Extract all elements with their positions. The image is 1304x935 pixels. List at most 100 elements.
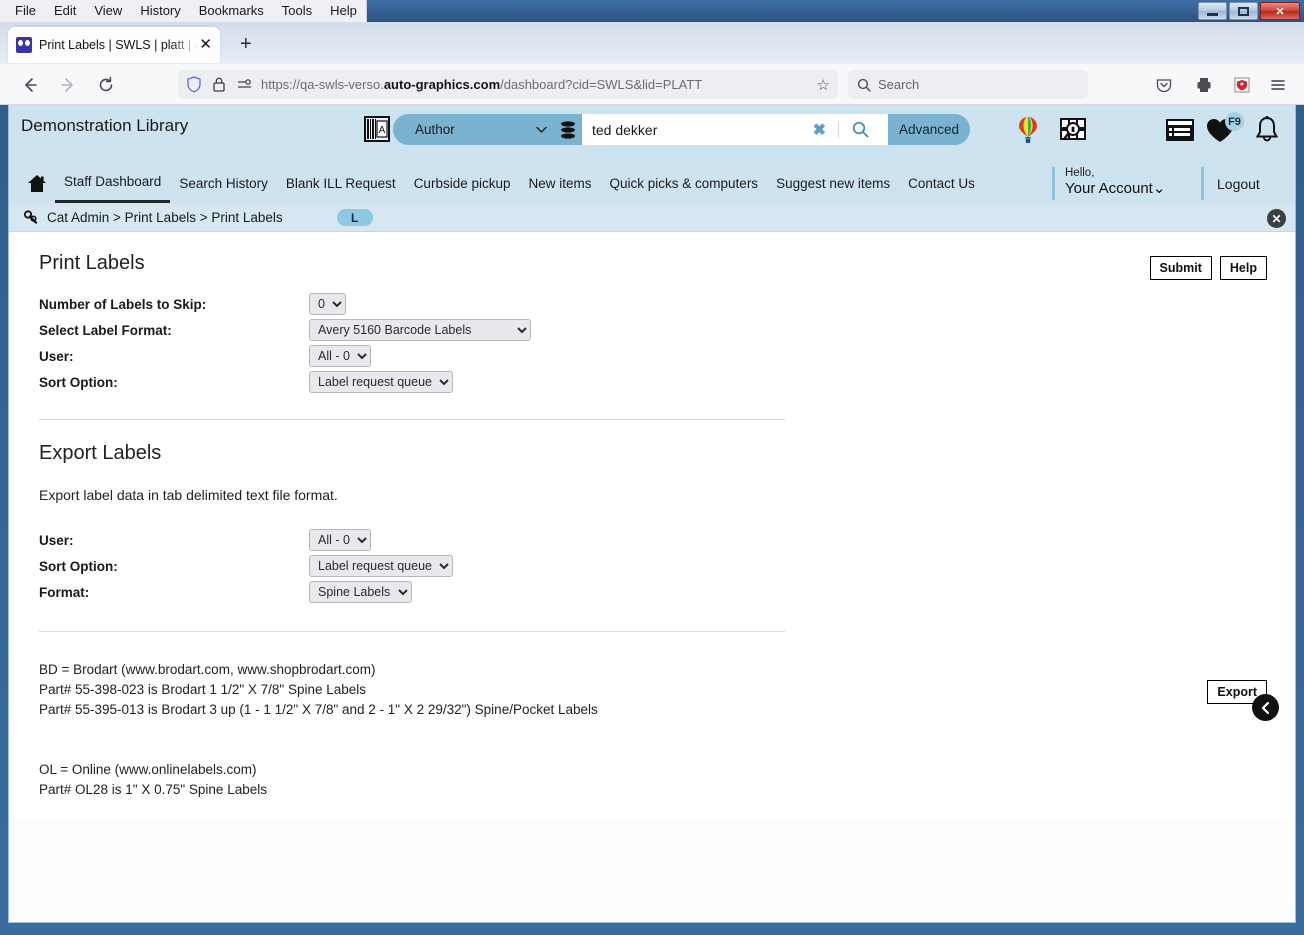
web-page: Demonstration Library A Author ted dekke… <box>9 105 1295 820</box>
back-icon[interactable] <box>18 73 42 97</box>
help-button[interactable]: Help <box>1219 256 1267 280</box>
note-line-1: BD = Brodart (www.brodart.com, www.shopb… <box>39 662 376 677</box>
close-icon[interactable]: ✕ <box>1267 209 1286 228</box>
chevron-down-icon <box>536 126 547 133</box>
logout-link[interactable]: Logout <box>1217 176 1260 192</box>
tab-strip: Print Labels | SWLS | platt | Auto ✕ + <box>0 22 1304 64</box>
barcode-scan-icon[interactable]: A <box>364 116 390 142</box>
note-line-4: OL = Online (www.onlinelabels.com) <box>39 762 257 777</box>
search-icon <box>857 78 871 92</box>
new-tab-button[interactable]: + <box>240 34 252 54</box>
hot-air-balloon-icon[interactable] <box>1013 115 1043 145</box>
clear-search-icon[interactable]: ✖ <box>801 120 838 140</box>
site-search-bar: Author ted dekker ✖ Advanced <box>393 114 970 145</box>
nav-item-suggest-new-items[interactable]: Suggest new items <box>767 166 899 202</box>
search-catalog-icon[interactable] <box>1058 115 1088 145</box>
menu-help[interactable]: Help <box>321 1 366 21</box>
field-row-label-format: Select Label Format: Avery 5160 Barcode … <box>39 317 531 343</box>
title-bar: File Edit View History Bookmarks Tools H… <box>0 0 1304 22</box>
search-input-value: ted dekker <box>592 121 658 138</box>
export-sort-option-select[interactable]: Label request queue <box>309 555 453 577</box>
browser-search-placeholder: Search <box>878 77 920 92</box>
bookmark-star-icon[interactable]: ☆ <box>817 76 830 94</box>
minimize-button[interactable] <box>1198 2 1227 20</box>
window-controls: ✕ <box>1198 2 1300 20</box>
nav-item-search-history[interactable]: Search History <box>170 166 277 202</box>
home-icon[interactable] <box>27 174 47 193</box>
export-section-title: Export Labels <box>39 442 162 464</box>
print-user-select[interactable]: All - 0 <box>309 345 371 367</box>
close-window-button[interactable]: ✕ <box>1260 2 1300 20</box>
maximize-button[interactable] <box>1229 2 1258 20</box>
breadcrumb[interactable]: Cat Admin > Print Labels > Print Labels <box>47 210 283 225</box>
submit-button[interactable]: Submit <box>1149 256 1212 280</box>
breadcrumb-bar: Cat Admin > Print Labels > Print Labels … <box>9 204 1295 232</box>
account-label: Your Account⌄ <box>1065 180 1166 197</box>
back-button[interactable] <box>1252 694 1279 721</box>
skip-count-select[interactable]: 0 <box>309 293 346 315</box>
menu-history[interactable]: History <box>131 1 189 21</box>
label-select-label-format: Select Label Format: <box>39 322 172 338</box>
page-viewport: Demonstration Library A Author ted dekke… <box>8 105 1296 923</box>
nav-item-new-items[interactable]: New items <box>520 166 601 202</box>
svg-text:A: A <box>379 125 386 136</box>
menu-file[interactable]: File <box>6 1 45 21</box>
nav-item-quick-picks-computers[interactable]: Quick picks & computers <box>601 166 768 202</box>
note-line-3: Part# 55-395-013 is Brodart 3 up (1 - 1 … <box>39 702 598 717</box>
label-format-select[interactable]: Avery 5160 Barcode Labels <box>309 319 531 341</box>
note-line-2: Part# 55-398-023 is Brodart 1 1/2" X 7/8… <box>39 682 367 697</box>
export-user-select[interactable]: All - 0 <box>309 529 371 551</box>
menu-tools[interactable]: Tools <box>273 1 321 21</box>
permissions-icon[interactable] <box>237 78 253 92</box>
search-input[interactable]: ted dekker ✖ <box>582 114 888 145</box>
hamburger-menu-icon[interactable] <box>1266 73 1290 97</box>
browser-toolbar: https://qa-swls-verso.auto-graphics.com/… <box>0 64 1304 105</box>
nav-item-curbside-pickup[interactable]: Curbside pickup <box>405 166 520 202</box>
menu-bookmarks[interactable]: Bookmarks <box>190 1 273 21</box>
label-export-user: User: <box>39 532 74 548</box>
search-index-dropdown[interactable]: Author <box>393 122 559 137</box>
extension-icon[interactable] <box>1230 73 1254 97</box>
reload-icon[interactable] <box>94 73 118 97</box>
print-icon[interactable] <box>1192 73 1216 97</box>
bell-icon[interactable] <box>1252 115 1282 145</box>
favicon-icon <box>16 37 32 53</box>
menu-view[interactable]: View <box>85 1 131 21</box>
menu-edit[interactable]: Edit <box>45 1 85 21</box>
logout-container[interactable]: Logout <box>1201 167 1260 200</box>
print-sort-option-select[interactable]: Label request queue <box>309 371 453 393</box>
forward-icon[interactable] <box>56 73 80 97</box>
label-export-sort-option: Sort Option: <box>39 558 118 574</box>
pocket-icon[interactable] <box>1152 73 1176 97</box>
field-row-sort-option: Sort Option: Label request queue <box>39 369 531 395</box>
print-labels-form: Number of Labels to Skip: 0 Select Label… <box>39 291 531 395</box>
field-row-skip: Number of Labels to Skip: 0 <box>39 291 531 317</box>
address-bar[interactable]: https://qa-swls-verso.auto-graphics.com/… <box>178 70 838 99</box>
chevron-down-icon: ⌄ <box>1152 180 1166 197</box>
breadcrumb-badge: L <box>336 209 373 226</box>
divider <box>39 631 785 632</box>
database-icon[interactable] <box>559 120 577 140</box>
note-line-5: Part# OL28 is 1" X 0.75" Spine Labels <box>39 782 267 797</box>
close-icon[interactable]: ✕ <box>199 37 212 52</box>
browser-tab[interactable]: Print Labels | SWLS | platt | Auto ✕ <box>8 27 220 63</box>
label-user: User: <box>39 348 74 364</box>
url-text: https://qa-swls-verso.auto-graphics.com/… <box>261 77 703 92</box>
nav-item-contact-us[interactable]: Contact Us <box>899 166 984 202</box>
menu-bar: File Edit View History Bookmarks Tools H… <box>0 0 367 22</box>
field-row-export-format: Format: Spine Labels <box>39 579 453 605</box>
link-icon <box>23 210 38 224</box>
advanced-search-button[interactable]: Advanced <box>888 114 970 145</box>
browser-search-field[interactable]: Search <box>848 70 1088 99</box>
nav-item-staff-dashboard[interactable]: Staff Dashboard <box>55 164 171 203</box>
main-content: Print Labels Submit Help Number of Label… <box>9 232 1295 820</box>
site-header: Demonstration Library A Author ted dekke… <box>9 105 1295 204</box>
list-view-icon[interactable] <box>1165 115 1195 145</box>
favorites-button[interactable]: F9 <box>1205 112 1244 147</box>
export-format-select[interactable]: Spine Labels <box>309 581 412 603</box>
nav-item-blank-ill-request[interactable]: Blank ILL Request <box>277 166 405 202</box>
search-submit-icon[interactable] <box>839 121 882 138</box>
account-menu[interactable]: Hello, Your Account⌄ <box>1052 167 1165 200</box>
primary-nav: Staff Dashboard Search History Blank ILL… <box>9 163 1295 204</box>
print-actions: Submit Help <box>1149 256 1267 280</box>
